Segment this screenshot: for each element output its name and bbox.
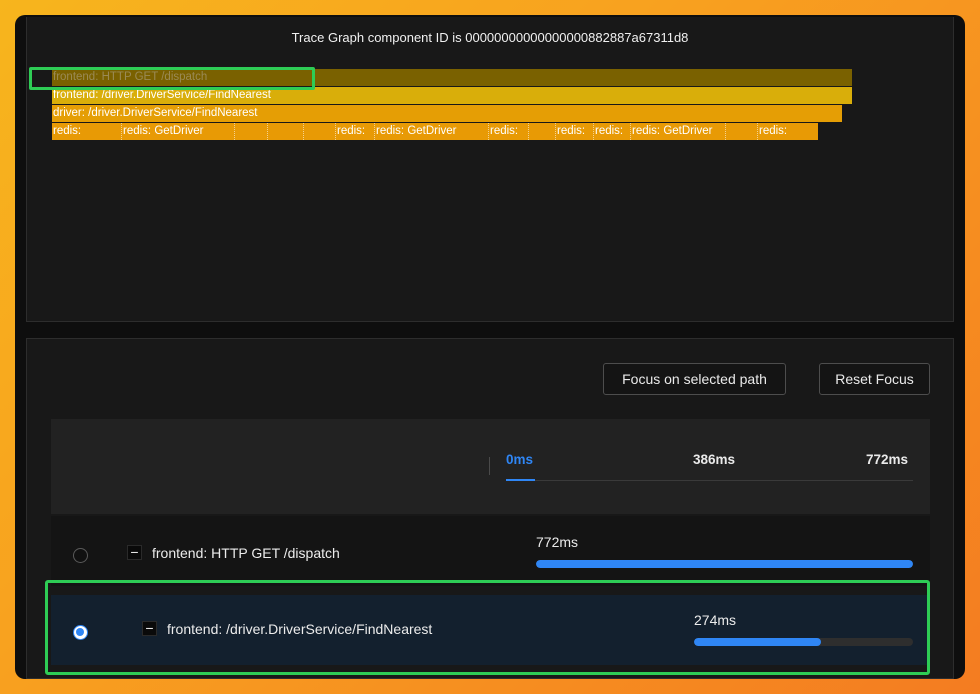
span-label: frontend: /driver.DriverService/FindNear… bbox=[167, 621, 433, 637]
flame-graph-panel: Trace Graph component ID is 000000000000… bbox=[26, 17, 954, 322]
header-divider bbox=[489, 457, 490, 475]
flame-bar-redis[interactable]: redis: bbox=[593, 123, 630, 140]
flame-bar-selected[interactable]: frontend: /driver.DriverService/FindNear… bbox=[52, 87, 852, 104]
collapse-toggle-icon[interactable]: − bbox=[127, 545, 142, 560]
span-label: frontend: HTTP GET /dispatch bbox=[152, 545, 340, 561]
flame-bar-redis[interactable]: redis: bbox=[757, 123, 818, 140]
active-tick-indicator bbox=[506, 479, 535, 481]
span-row[interactable]: − frontend: HTTP GET /dispatch 772ms bbox=[51, 516, 930, 586]
timeline-tick-start[interactable]: 0ms bbox=[506, 452, 533, 467]
flame-graph-title: Trace Graph component ID is 000000000000… bbox=[291, 30, 689, 45]
timeline-tick-end: 772ms bbox=[866, 452, 909, 467]
flame-bar-redis[interactable]: redis: bbox=[488, 123, 528, 140]
span-duration-bar bbox=[694, 638, 913, 646]
flame-bar-redis[interactable] bbox=[303, 123, 335, 140]
flame-bar-redis[interactable] bbox=[234, 123, 267, 140]
span-duration-bar bbox=[536, 560, 913, 568]
flame-bar-redis[interactable]: redis: GetDriver bbox=[630, 123, 725, 140]
reset-focus-button[interactable]: Reset Focus bbox=[819, 363, 930, 395]
flame-bar-redis-row: redis: redis: GetDriver redis: redis: Ge… bbox=[52, 123, 818, 140]
flame-bar-redis[interactable] bbox=[267, 123, 303, 140]
flame-bar-redis[interactable]: redis: bbox=[555, 123, 593, 140]
flame-bar-redis[interactable] bbox=[725, 123, 757, 140]
flame-bar-redis[interactable]: redis: GetDriver bbox=[374, 123, 488, 140]
flame-bar-redis[interactable]: redis: bbox=[335, 123, 374, 140]
span-select-radio-checked[interactable] bbox=[73, 625, 88, 640]
span-select-radio[interactable] bbox=[73, 548, 88, 563]
flame-bar-root[interactable]: frontend: HTTP GET /dispatch bbox=[52, 69, 852, 86]
timeline-tick-mid: 386ms bbox=[693, 452, 736, 467]
span-row-selected[interactable]: − frontend: /driver.DriverService/FindNe… bbox=[51, 595, 930, 665]
timeline-header: 0ms 386ms 772ms bbox=[51, 419, 930, 514]
span-duration-bar-fill bbox=[694, 638, 822, 646]
span-duration-bar-fill bbox=[536, 560, 913, 568]
flame-bar-redis[interactable]: redis: bbox=[52, 123, 121, 140]
timeline-axis bbox=[506, 480, 913, 481]
span-duration: 772ms bbox=[536, 534, 579, 550]
flame-bar-redis[interactable]: redis: GetDriver bbox=[121, 123, 234, 140]
app-window: Trace Graph component ID is 000000000000… bbox=[15, 15, 965, 679]
collapse-toggle-icon[interactable]: − bbox=[142, 621, 157, 636]
span-duration: 274ms bbox=[694, 612, 737, 628]
span-list-panel: Focus on selected path Reset Focus 0ms 3… bbox=[26, 338, 954, 679]
flame-bar-redis[interactable] bbox=[528, 123, 555, 140]
flame-bar-driver[interactable]: driver: /driver.DriverService/FindNeares… bbox=[52, 105, 842, 122]
focus-selected-path-button[interactable]: Focus on selected path bbox=[603, 363, 786, 395]
